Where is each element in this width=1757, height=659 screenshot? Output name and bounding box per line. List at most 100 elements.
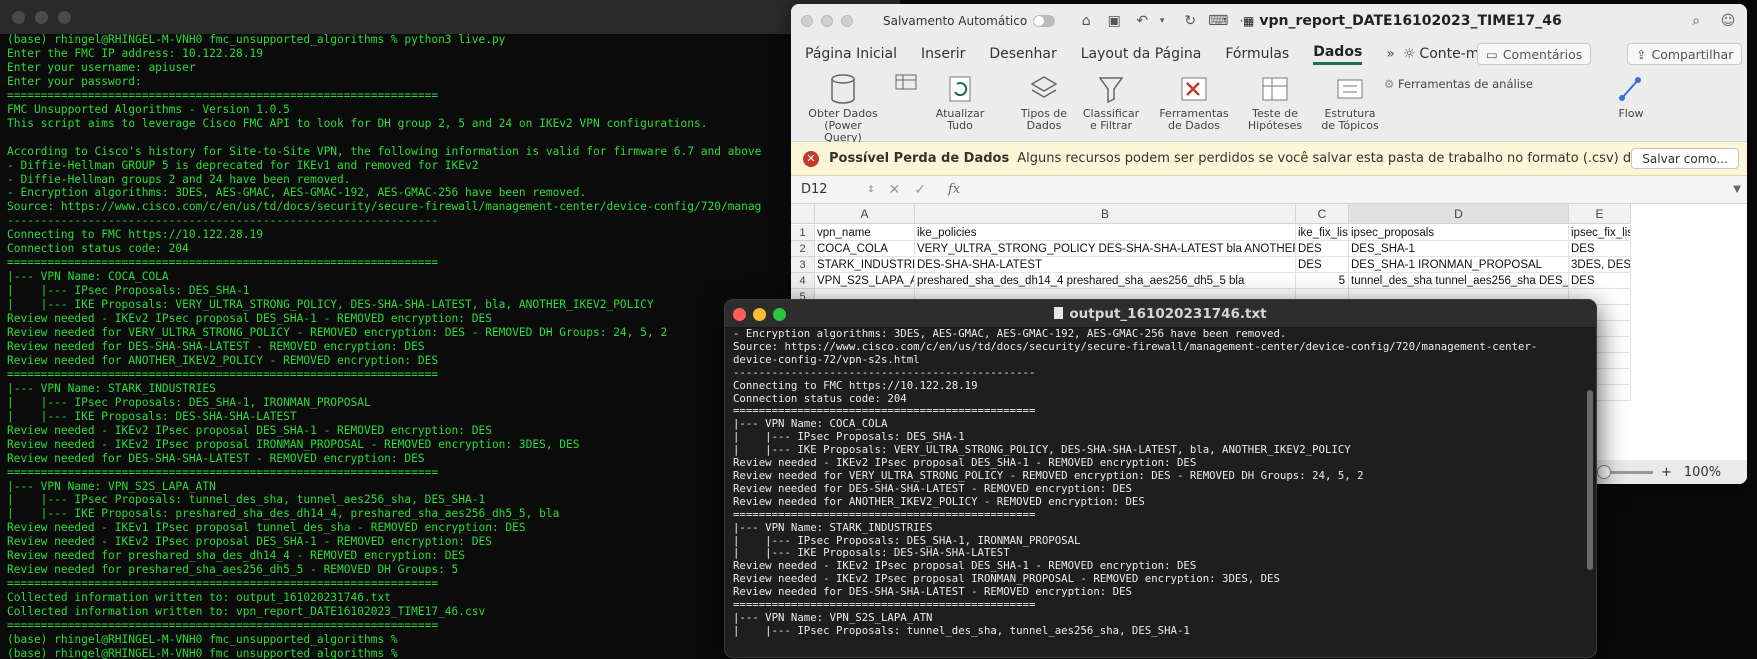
table-cell[interactable]: ike_policies bbox=[915, 225, 1296, 241]
save-as-button[interactable]: Salvar como... bbox=[1631, 148, 1739, 169]
autosave-toggle[interactable] bbox=[1033, 15, 1056, 27]
text-line: device-config-72/vpn-s2s.html bbox=[733, 352, 920, 366]
formula-input[interactable] bbox=[960, 176, 1733, 203]
tab-page-layout[interactable]: Layout da Página bbox=[1081, 46, 1202, 62]
analysis-tools-button[interactable]: ⚙ Ferramentas de análise bbox=[1384, 78, 1554, 90]
text-line: Review needed for VERY_ULTRA_STRONG_POLI… bbox=[733, 468, 1364, 482]
table-cell[interactable]: DES bbox=[1296, 257, 1349, 273]
refresh-icon bbox=[941, 72, 979, 106]
text-line: Source: https://www.cisco.com/c/en/us/td… bbox=[733, 339, 1538, 353]
share-button[interactable]: ⇪ Compartilhar bbox=[1627, 43, 1743, 65]
redo-icon[interactable]: ↻ bbox=[1181, 12, 1199, 30]
scrollbar[interactable] bbox=[1587, 390, 1593, 570]
cancel-icon[interactable]: ✕ bbox=[889, 182, 901, 198]
spreadsheet-icon: ▦ bbox=[1243, 14, 1255, 28]
minimize-button[interactable] bbox=[821, 15, 833, 27]
home-icon[interactable]: ⌂ bbox=[1077, 12, 1095, 30]
table-cell[interactable]: tunnel_des_sha tunnel_aes256_sha DES_SHA… bbox=[1349, 273, 1569, 289]
terminal-line: Connecting to FMC https://10.122.28.19 bbox=[7, 228, 263, 242]
what-if-button[interactable]: Teste de Hipóteses bbox=[1245, 72, 1305, 132]
terminal-titlebar bbox=[0, 0, 900, 34]
table-cell[interactable]: ipsec_fix_list bbox=[1569, 225, 1631, 241]
text-line: |--- VPN Name: STARK_INDUSTRIES bbox=[733, 520, 933, 534]
data-types-button[interactable]: Tipos de Dados bbox=[1019, 72, 1069, 132]
table-cell[interactable]: DES bbox=[1569, 241, 1631, 257]
comment-icon: ▭ bbox=[1486, 46, 1498, 62]
terminal-line: ========================================… bbox=[7, 88, 439, 102]
table-cell[interactable]: vpn_name bbox=[815, 225, 915, 241]
tab-home[interactable]: Página Inicial bbox=[805, 46, 897, 62]
zoom-in-icon[interactable]: + bbox=[1661, 465, 1672, 480]
terminal-line: ----------------------------------------… bbox=[7, 214, 439, 228]
table-cell[interactable]: ipsec_proposals bbox=[1349, 225, 1569, 241]
table-cell[interactable]: DES_SHA-1 bbox=[1349, 241, 1569, 257]
analysis-icon: ⚙ bbox=[1384, 77, 1395, 91]
sort-filter-button[interactable]: Classificar e Filtrar bbox=[1081, 72, 1141, 132]
confirm-icon[interactable]: ✓ bbox=[914, 182, 926, 198]
data-tools-button[interactable]: Ferramentas de Dados bbox=[1159, 72, 1229, 132]
document-title: output_161020231746.txt bbox=[725, 306, 1596, 322]
textedit-window[interactable]: output_161020231746.txt - Encryption alg… bbox=[724, 299, 1597, 658]
warning-text: Alguns recursos podem ser perdidos se vo… bbox=[1017, 151, 1705, 166]
more-tabs-icon[interactable]: » bbox=[1386, 46, 1395, 62]
table-cell[interactable]: STARK_INDUSTRIES bbox=[815, 257, 915, 273]
chevron-down-icon[interactable]: ▼ bbox=[1733, 184, 1741, 195]
outline-button[interactable]: Estrutura de Tópicos bbox=[1319, 72, 1381, 132]
chevron-down-icon[interactable]: ▾ bbox=[1153, 12, 1171, 30]
close-button[interactable] bbox=[12, 10, 25, 24]
tab-draw[interactable]: Desenhar bbox=[989, 46, 1056, 62]
zoom-button[interactable] bbox=[841, 15, 853, 27]
refresh-all-button[interactable]: Atualizar Tudo bbox=[929, 72, 991, 132]
terminal-line: (base) rhingel@RHINGEL-M-VNH0 fmc_unsupp… bbox=[7, 33, 506, 46]
data-tools-icon bbox=[1175, 72, 1213, 106]
text-content[interactable]: - Encryption algorithms: 3DES, AES-GMAC,… bbox=[729, 328, 1582, 657]
zoom-button[interactable] bbox=[58, 10, 71, 24]
save-icon[interactable]: ▣ bbox=[1105, 12, 1123, 30]
row-header[interactable]: 4 bbox=[791, 273, 815, 289]
ribbon-tabs: Página Inicial Inserir Desenhar Layout d… bbox=[791, 38, 1747, 70]
name-box[interactable]: D12 bbox=[791, 182, 867, 197]
row-header[interactable]: 3 bbox=[791, 257, 815, 273]
table-cell[interactable]: VPN_S2S_LAPA_ATN bbox=[815, 273, 915, 289]
table-cell[interactable]: 3DES, DES bbox=[1569, 257, 1631, 273]
tab-insert[interactable]: Inserir bbox=[921, 46, 965, 62]
table-cell[interactable]: DES-SHA-SHA-LATEST bbox=[915, 257, 1296, 273]
comments-button[interactable]: ▭ Comentários bbox=[1477, 43, 1592, 65]
table-cell[interactable]: ike_fix_list bbox=[1296, 225, 1349, 241]
zoom-slider-knob[interactable] bbox=[1597, 464, 1611, 479]
column-header-e[interactable]: E bbox=[1569, 204, 1631, 224]
table-cell[interactable]: DES_SHA-1 IRONMAN_PROPOSAL bbox=[1349, 257, 1569, 273]
table-cell[interactable]: preshared_sha_des_dh14_4 preshared_sha_a… bbox=[915, 273, 1296, 289]
outline-icon bbox=[1331, 72, 1369, 106]
chevron-updown-icon[interactable]: ⇕ bbox=[867, 185, 875, 195]
table-cell[interactable]: COCA_COLA bbox=[815, 241, 915, 257]
column-header-b[interactable]: B bbox=[915, 204, 1296, 224]
column-header-a[interactable]: A bbox=[815, 204, 915, 224]
customize-icon[interactable]: ⌨ bbox=[1208, 12, 1228, 30]
table-cell[interactable]: VERY_ULTRA_STRONG_POLICY DES-SHA-SHA-LAT… bbox=[915, 241, 1296, 257]
table-cell[interactable]: 5 bbox=[1296, 273, 1349, 289]
zoom-slider[interactable] bbox=[1595, 464, 1653, 479]
minimize-button[interactable] bbox=[35, 10, 48, 24]
get-data-button[interactable]: Obter Dados (Power Query) bbox=[797, 72, 889, 144]
select-all-corner[interactable] bbox=[791, 204, 815, 224]
flow-button[interactable]: Flow bbox=[1611, 72, 1651, 120]
database-icon bbox=[824, 72, 862, 106]
close-button[interactable] bbox=[801, 15, 813, 27]
terminal-line: - Diffie-Hellman GROUP 5 is deprecated f… bbox=[7, 158, 479, 172]
row-header[interactable]: 2 bbox=[791, 241, 815, 257]
account-icon[interactable]: ☺ bbox=[1719, 12, 1737, 30]
undo-icon[interactable]: ↶ bbox=[1133, 12, 1151, 30]
column-header-d[interactable]: D bbox=[1349, 204, 1569, 224]
lightbulb-icon: ☼ bbox=[1402, 46, 1416, 62]
column-header-c[interactable]: C bbox=[1296, 204, 1349, 224]
table-cell[interactable]: DES bbox=[1569, 273, 1631, 289]
search-icon[interactable]: ⌕ bbox=[1687, 12, 1705, 30]
table-cell[interactable]: DES bbox=[1296, 241, 1349, 257]
fx-icon[interactable]: fx bbox=[948, 182, 960, 197]
row-header[interactable]: 1 bbox=[791, 225, 815, 241]
data-loss-warning-bar: ✕ Possível Perda de Dados Alguns recurso… bbox=[791, 142, 1747, 176]
tab-data[interactable]: Dados bbox=[1313, 44, 1363, 65]
table-icon[interactable] bbox=[891, 72, 921, 94]
tab-formulas[interactable]: Fórmulas bbox=[1225, 46, 1289, 62]
